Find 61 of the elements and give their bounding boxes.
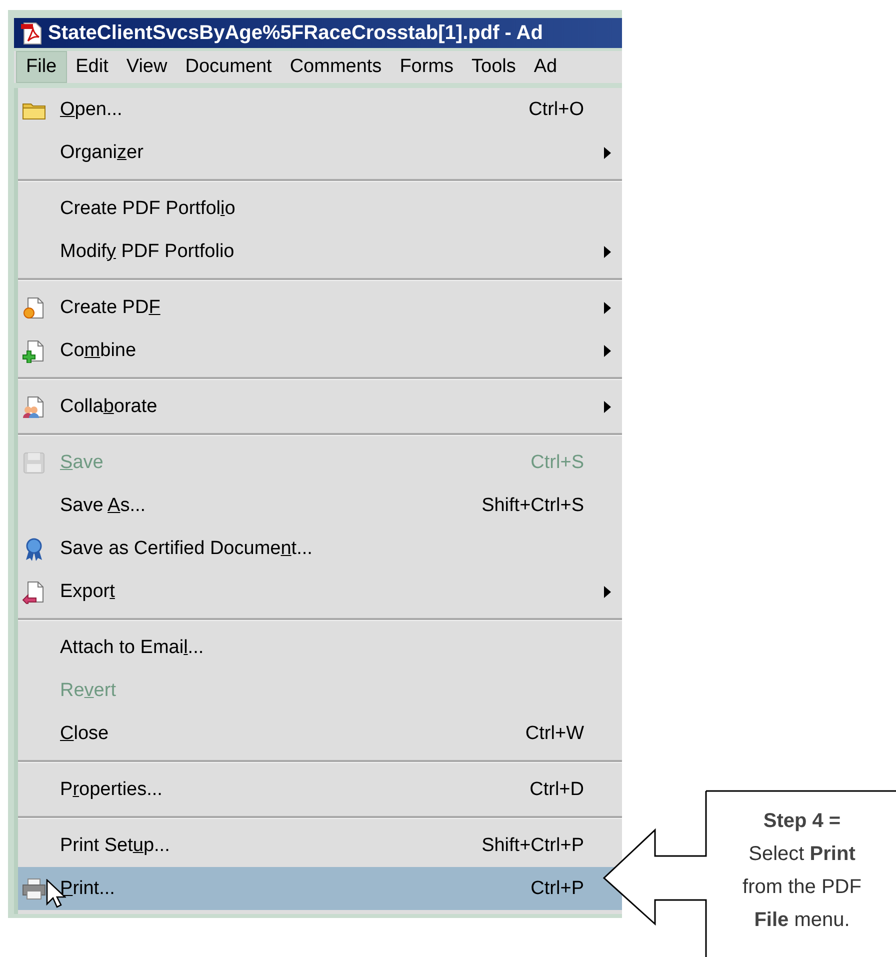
menu-item[interactable]: Open... Ctrl+O bbox=[18, 88, 622, 131]
menu-item[interactable]: Organizer bbox=[18, 131, 622, 174]
menu-item[interactable]: Create PDF bbox=[18, 286, 622, 329]
shortcut-text: Ctrl+D bbox=[530, 778, 584, 800]
shortcut-text: Shift+Ctrl+S bbox=[482, 494, 584, 516]
menu-bar-item[interactable]: Comments bbox=[280, 51, 391, 83]
menu-bar-item[interactable]: File bbox=[16, 51, 67, 83]
menu-bar-item[interactable]: Tools bbox=[462, 51, 525, 83]
menu-item[interactable]: Properties... Ctrl+D bbox=[18, 768, 622, 811]
submenu-arrow-icon bbox=[604, 586, 612, 598]
menu-item-label: Organizer bbox=[60, 142, 144, 164]
menu-bar-item[interactable]: Document bbox=[176, 51, 281, 83]
submenu-arrow-icon bbox=[604, 344, 612, 356]
menu-bar-item[interactable]: Ad bbox=[524, 51, 566, 83]
menu-item[interactable]: Save as Certified Document... bbox=[18, 527, 622, 570]
submenu-arrow-icon bbox=[604, 146, 612, 158]
callout-text: Step 4 = Select Print from the PDF File menu. bbox=[742, 809, 862, 933]
document-sun-icon bbox=[22, 296, 46, 320]
menu-item-label: Save As... bbox=[60, 494, 147, 516]
menu-bar-item[interactable]: View bbox=[117, 51, 176, 83]
menu-item-label: Create PDF Portfolio bbox=[60, 198, 236, 220]
menu-item[interactable]: Save As... Shift+Ctrl+S bbox=[18, 484, 622, 527]
menu-item-label: Collaborate bbox=[60, 396, 158, 418]
menu-bar-item[interactable]: Edit bbox=[66, 51, 118, 83]
menu-item-label: Revert bbox=[60, 680, 117, 702]
printer-icon bbox=[22, 876, 46, 900]
menu-item-label: Save as Certified Document... bbox=[60, 538, 314, 560]
menu-item[interactable]: Create PDF Portfolio bbox=[18, 187, 622, 230]
menu-item[interactable]: Print... Ctrl+P bbox=[18, 867, 622, 910]
menu-item[interactable]: Attach to Email... bbox=[18, 626, 622, 669]
menu-item-label: Combine bbox=[60, 340, 138, 362]
window-title: StateClientSvcsByAge%5FRaceCrosstab[1].pdf - Ad bbox=[48, 22, 543, 44]
pdf-file-icon bbox=[20, 21, 44, 45]
submenu-arrow-icon bbox=[604, 246, 612, 258]
menu-item-label: Save bbox=[60, 452, 104, 474]
shortcut-text: Ctrl+S bbox=[530, 452, 584, 474]
menu-item[interactable]: Close Ctrl+W bbox=[18, 712, 622, 755]
shortcut-text: Ctrl+O bbox=[528, 98, 584, 120]
menu-item-label: Create PDF bbox=[60, 296, 162, 318]
menu-item[interactable]: Combine bbox=[18, 329, 622, 372]
menu-item[interactable]: Print Setup... Shift+Ctrl+P bbox=[18, 824, 622, 867]
document-arrow-icon bbox=[22, 580, 46, 604]
menu-item-label: Properties... bbox=[60, 778, 164, 800]
menu-item-label: Print... bbox=[60, 878, 116, 900]
document-people-icon bbox=[22, 394, 46, 418]
submenu-arrow-icon bbox=[604, 400, 612, 412]
menu-item-label: Export bbox=[60, 580, 116, 602]
menu-bar-item[interactable]: Forms bbox=[390, 51, 463, 83]
shortcut-text: Ctrl+W bbox=[525, 722, 584, 744]
menu-item[interactable]: Collaborate bbox=[18, 385, 622, 428]
shortcut-text: Shift+Ctrl+P bbox=[482, 834, 584, 856]
submenu-arrow-icon bbox=[604, 302, 612, 314]
menu-item-label: Modify PDF Portfolio bbox=[60, 240, 236, 262]
menu-item-label: Print Setup... bbox=[60, 834, 171, 856]
menu-item-label: Open... bbox=[60, 98, 124, 120]
menu-item-label: Attach to Email... bbox=[60, 636, 205, 658]
shortcut-text: Ctrl+P bbox=[530, 878, 584, 900]
document-plus-icon bbox=[22, 338, 46, 362]
menu-item-label: Close bbox=[60, 722, 110, 744]
menu-item[interactable]: Export bbox=[18, 570, 622, 613]
menu-item[interactable]: Modify PDF Portfolio bbox=[18, 230, 622, 273]
